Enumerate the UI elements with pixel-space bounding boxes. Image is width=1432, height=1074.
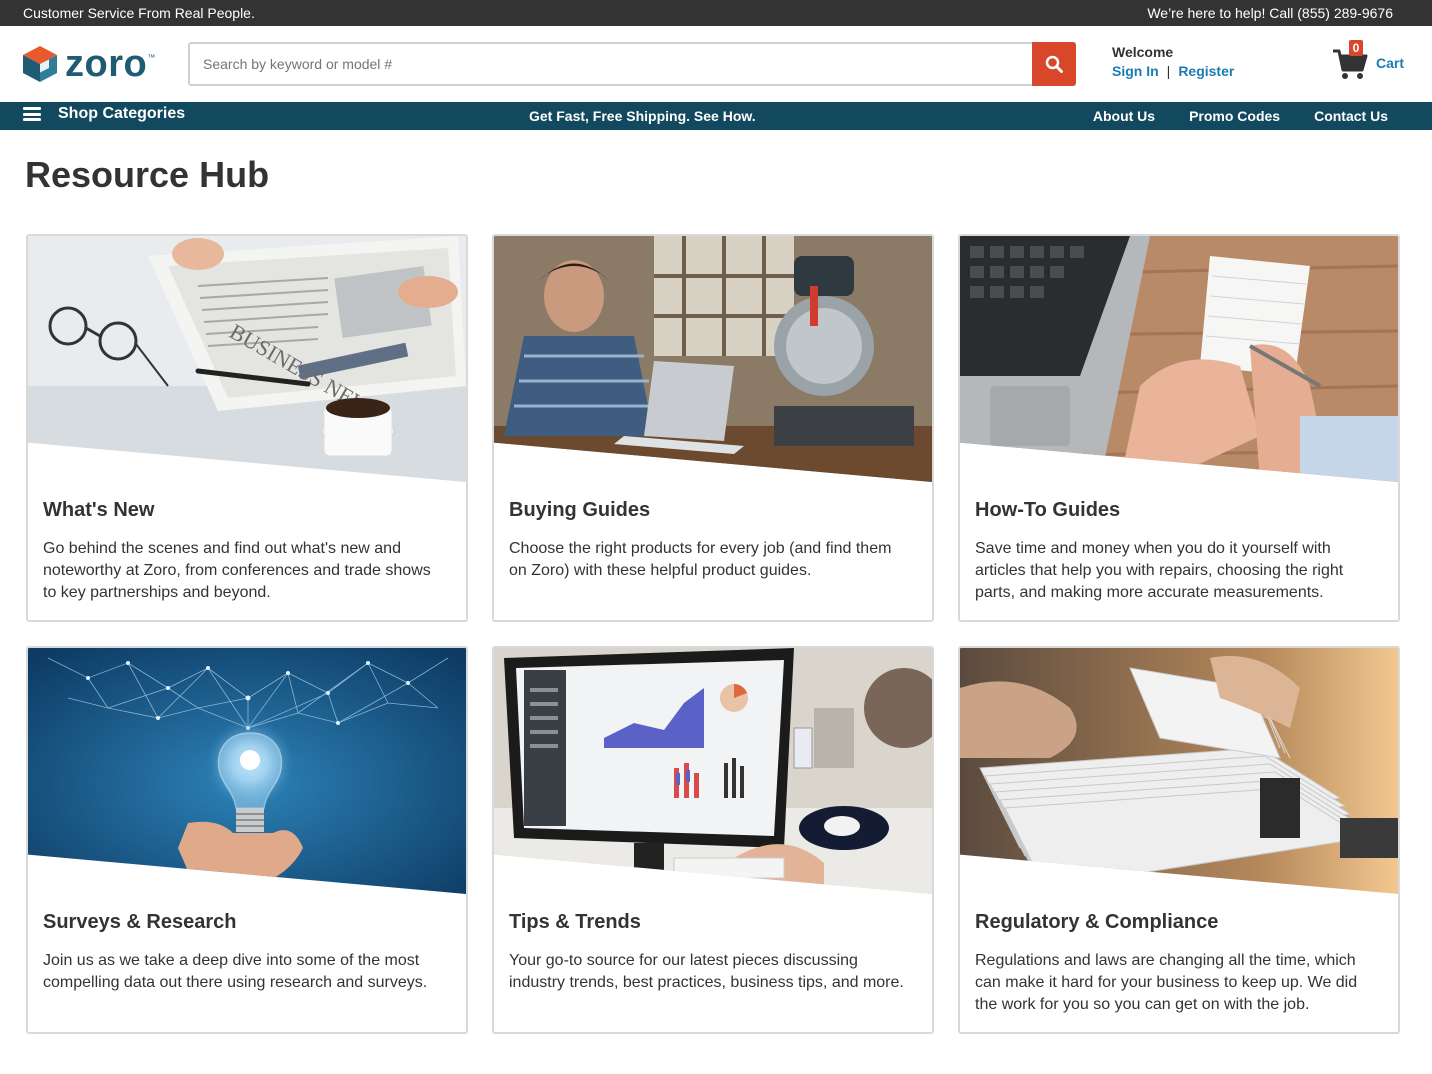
logo-trademark: ™ (147, 53, 156, 62)
nav-promo-codes[interactable]: Promo Codes (1189, 108, 1280, 124)
resource-card-buying-guides[interactable]: Buying Guides Choose the right products … (492, 234, 934, 622)
card-description: Go behind the scenes and find out what's… (43, 540, 431, 601)
cart-count-badge: 0 (1349, 40, 1363, 56)
resource-card-how-to-guides[interactable]: How-To Guides Save time and money when y… (958, 234, 1400, 622)
help-phone-text[interactable]: We’re here to help! Call (855) 289-9676 (1147, 5, 1393, 21)
card-description: Join us as we take a deep dive into some… (43, 952, 428, 991)
logo-wordmark: zoro (65, 43, 148, 85)
workshop-laptop-image (494, 236, 932, 482)
card-description: Choose the right products for every job … (509, 540, 892, 579)
desk-monitor-chart-image (494, 648, 932, 894)
account-welcome: Welcome Sign In | Register (1112, 44, 1234, 79)
lightbulb-network-image (28, 648, 466, 894)
hamburger-menu-icon (23, 107, 41, 121)
resource-card-regulatory-compliance[interactable]: Regulatory & Compliance Regulations and … (958, 646, 1400, 1034)
nav-contact-us[interactable]: Contact Us (1314, 108, 1388, 124)
card-description: Regulations and laws are changing all th… (975, 952, 1358, 1013)
card-title: How-To Guides (975, 499, 1121, 521)
card-title: Tips & Trends (509, 911, 641, 933)
card-title: Buying Guides (509, 499, 651, 521)
cart-button[interactable]: 0 Cart (1332, 40, 1412, 84)
account-link-separator: | (1166, 63, 1171, 79)
resource-card-tips-trends[interactable]: Tips & Trends Your go-to source for our … (492, 646, 934, 1034)
shop-categories-menu[interactable]: Shop Categories (23, 105, 185, 123)
card-title: Regulatory & Compliance (975, 911, 1219, 933)
card-title: Surveys & Research (43, 911, 237, 933)
free-shipping-link[interactable]: Get Fast, Free Shipping. See How. (529, 108, 756, 124)
register-link[interactable]: Register (1178, 63, 1234, 79)
card-description: Save time and money when you do it yours… (975, 540, 1344, 601)
top-utility-bar: Customer Service From Real People. We’re… (0, 0, 1432, 26)
sign-in-link[interactable]: Sign In (1112, 63, 1159, 79)
search-icon (1045, 55, 1063, 73)
customer-service-text: Customer Service From Real People. (23, 5, 255, 21)
nav-about-us[interactable]: About Us (1093, 108, 1155, 124)
search-input[interactable] (188, 42, 1032, 86)
zoro-cube-icon (23, 46, 57, 82)
card-title: What's New (43, 499, 155, 521)
search-button[interactable] (1032, 42, 1076, 86)
laptop-notepad-image (960, 236, 1398, 482)
resource-card-whats-new[interactable]: BUSINESS NEWS What's New Go behind the s… (26, 234, 468, 622)
zoro-logo[interactable]: zoro ™ (23, 45, 155, 83)
cart-label: Cart (1376, 55, 1405, 71)
page-title: Resource Hub (25, 154, 270, 195)
paper-stack-image (960, 648, 1398, 894)
shop-categories-label: Shop Categories (58, 105, 186, 122)
welcome-title: Welcome (1112, 44, 1174, 60)
newspaper-coffee-image: BUSINESS NEWS (28, 236, 466, 482)
site-header: zoro ™ Welcome Sign In | Register 0 Cart (0, 26, 1432, 102)
card-description: Your go-to source for our latest pieces … (509, 952, 904, 991)
main-navbar: Shop Categories Get Fast, Free Shipping.… (0, 102, 1432, 130)
nav-links: About Us Promo Codes Contact Us (1093, 108, 1388, 124)
resource-card-surveys-research[interactable]: Surveys & Research Join us as we take a … (26, 646, 468, 1034)
